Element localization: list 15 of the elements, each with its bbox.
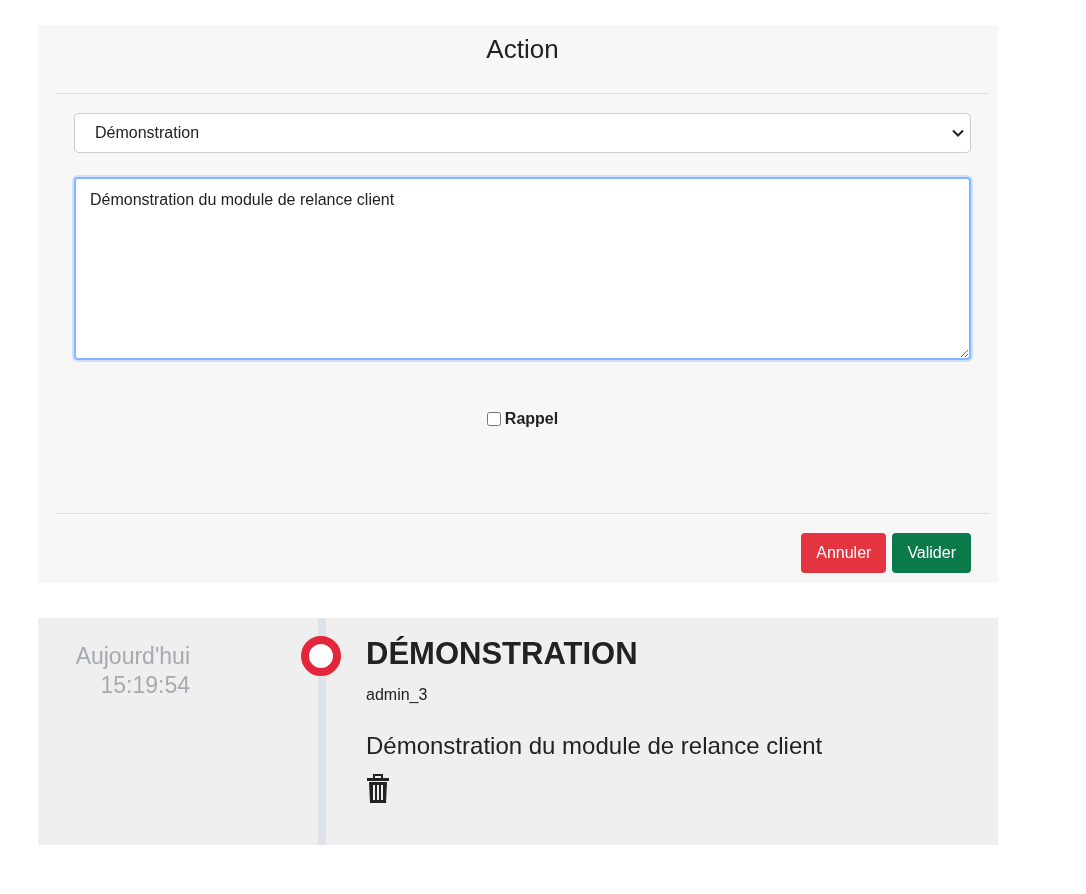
entry-description: Démonstration du module de relance client xyxy=(366,732,823,760)
chevron-down-icon xyxy=(952,129,964,137)
entry-time: 15:19:54 xyxy=(100,672,190,699)
dialog-title: Action xyxy=(486,33,559,65)
comment-field[interactable]: Démonstration du module de relance client xyxy=(74,177,971,360)
timeline-marker xyxy=(301,636,341,676)
action-type-select[interactable]: Démonstration xyxy=(74,113,971,153)
entry-author: admin_3 xyxy=(366,686,428,704)
reminder-checkbox[interactable] xyxy=(486,412,501,426)
reminder-label: Rappel xyxy=(504,410,559,428)
trash-icon[interactable] xyxy=(366,774,390,804)
confirm-button[interactable]: Valider xyxy=(892,533,971,573)
entry-date: Aujourd'hui xyxy=(75,643,190,670)
cancel-button[interactable]: Annuler xyxy=(801,533,887,573)
entry-title: DÉMONSTRATION xyxy=(366,636,638,672)
